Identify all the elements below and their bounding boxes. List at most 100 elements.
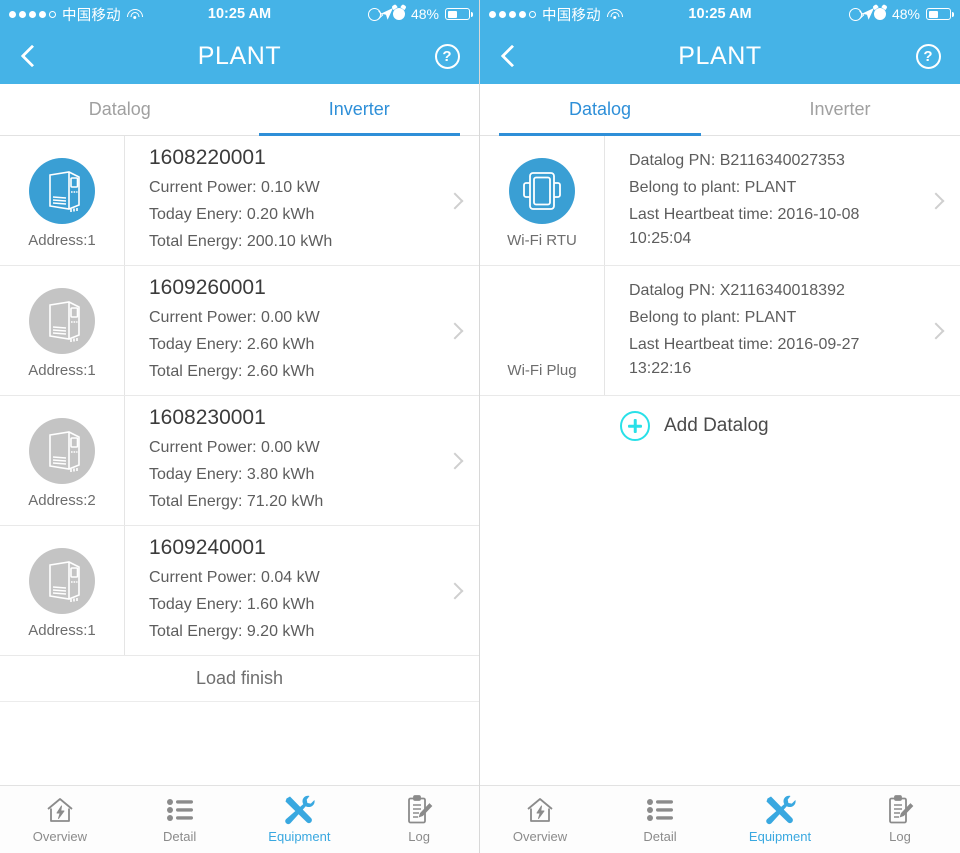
datalog-icon-placeholder (509, 288, 575, 354)
chevron-left-icon (500, 44, 524, 68)
tab-bar-item-log[interactable]: Log (359, 786, 479, 853)
chevron-left-icon (20, 44, 44, 68)
battery-icon (926, 8, 954, 20)
tools-equipment-icon (283, 795, 315, 825)
signal-strength-icon (489, 10, 536, 18)
tab-bar-label: Detail (643, 829, 677, 844)
tab-bar-item-detail[interactable]: Detail (600, 786, 720, 853)
tab-bar-item-log[interactable]: Log (840, 786, 960, 853)
signal-strength-icon (9, 10, 56, 18)
back-button[interactable] (490, 28, 534, 84)
inverter-row[interactable]: Address:2 1608230001 Current Power: 0.00… (0, 396, 479, 526)
tab-datalog[interactable]: Datalog (0, 84, 240, 135)
add-datalog-button[interactable]: Add Datalog (480, 396, 960, 456)
inverter-row[interactable]: Address:1 1609240001 Current Power: 0.04… (0, 526, 479, 656)
dual-screen-container: 中国移动 10:25 AM 48% PLANT ? Datalog Invert… (0, 0, 960, 853)
datalog-row[interactable]: Wi-Fi RTU Datalog PN: B2116340027353 Bel… (480, 136, 960, 266)
datalog-plant: Belong to plant: PLANT (629, 178, 797, 196)
help-button[interactable]: ? (910, 28, 946, 84)
carrier-label: 中国移动 (542, 7, 601, 24)
wifi-icon (606, 8, 623, 21)
tab-bar-label: Log (889, 829, 911, 844)
tab-bar-item-overview[interactable]: Overview (480, 786, 600, 853)
inverter-row-body: 1608220001 Current Power: 0.10 kW Today … (124, 136, 479, 265)
tab-bar-item-equipment[interactable]: Equipment (240, 786, 360, 853)
battery-percent-label: 48% (410, 6, 439, 22)
inverter-serial: 1609260001 (149, 276, 266, 300)
battery-icon (445, 8, 473, 20)
add-datalog-label: Add Datalog (664, 415, 769, 436)
clipboard-log-icon (405, 795, 433, 825)
inverter-icon (29, 548, 95, 614)
inverter-list: Address:1 1608220001 Current Power: 0.10… (0, 136, 479, 785)
inverter-icon-cell: Address:2 (0, 396, 124, 525)
datalog-list: Wi-Fi RTU Datalog PN: B2116340027353 Bel… (480, 136, 960, 785)
status-bar-right: 48% (367, 6, 473, 22)
inverter-address-label: Address:2 (28, 492, 96, 509)
help-circle-icon: ? (434, 43, 460, 69)
tab-bar-item-overview[interactable]: Overview (0, 786, 120, 853)
nav-bar: PLANT ? (0, 28, 479, 84)
inverter-row-body: 1608230001 Current Power: 0.00 kW Today … (124, 396, 479, 525)
help-button[interactable]: ? (429, 28, 465, 84)
help-circle-icon: ? (915, 43, 941, 69)
datalog-heartbeat: Last Heartbeat time: 2016-10-08 10:25:04 (629, 205, 860, 248)
inverter-serial: 1608220001 (149, 146, 266, 170)
inverter-today-energy: Today Enery: 0.20 kWh (149, 206, 315, 224)
inverter-address-label: Address:1 (28, 232, 96, 249)
inverter-row-body: 1609240001 Current Power: 0.04 kW Today … (124, 526, 479, 655)
page-title: PLANT (197, 41, 282, 70)
inverter-today-energy: Today Enery: 3.80 kWh (149, 466, 315, 484)
inverter-address-label: Address:1 (28, 622, 96, 639)
plus-circle-icon (620, 411, 650, 441)
tab-inverter[interactable]: Inverter (240, 84, 480, 136)
inverter-icon-cell: Address:1 (0, 526, 124, 655)
datalog-icon-cell: Wi-Fi RTU (480, 136, 604, 265)
tab-bar-label: Detail (163, 829, 197, 844)
inverter-serial: 1609240001 (149, 536, 266, 560)
tab-bar-label: Log (408, 829, 430, 844)
inverter-total-energy: Total Energy: 2.60 kWh (149, 362, 315, 380)
datalog-row[interactable]: Wi-Fi Plug Datalog PN: X2116340018392 Be… (480, 266, 960, 396)
inverter-icon-cell: Address:1 (0, 136, 124, 265)
status-bar: 中国移动 10:25 AM 48% (0, 0, 479, 28)
inverter-total-energy: Total Energy: 71.20 kWh (149, 492, 324, 510)
tab-bar-item-equipment[interactable]: Equipment (720, 786, 840, 853)
tab-bar-item-detail[interactable]: Detail (120, 786, 240, 853)
home-overview-icon (525, 795, 555, 825)
carrier-label: 中国移动 (62, 7, 121, 24)
segment-tabs: Datalog Inverter (480, 84, 960, 136)
inverter-row[interactable]: Address:1 1609260001 Current Power: 0.00… (0, 266, 479, 396)
inverter-current-power: Current Power: 0.00 kW (149, 309, 320, 327)
status-bar-left: 中国移动 (489, 4, 623, 25)
inverter-total-energy: Total Energy: 200.10 kWh (149, 232, 333, 250)
alarm-clock-icon (873, 8, 886, 20)
status-bar-right: 48% (848, 6, 954, 22)
inverter-icon (29, 418, 95, 484)
back-button[interactable] (10, 28, 54, 84)
load-status-label: Load finish (0, 656, 479, 702)
inverter-row[interactable]: Address:1 1608220001 Current Power: 0.10… (0, 136, 479, 266)
tab-datalog[interactable]: Datalog (480, 84, 720, 136)
inverter-serial: 1608230001 (149, 406, 266, 430)
tools-equipment-icon (764, 795, 796, 825)
screen-inverter-tab: 中国移动 10:25 AM 48% PLANT ? Datalog Invert… (0, 0, 480, 853)
inverter-current-power: Current Power: 0.00 kW (149, 439, 320, 457)
status-bar-left: 中国移动 (9, 4, 143, 25)
datalog-icon-cell: Wi-Fi Plug (480, 266, 604, 395)
wifi-rtu-icon (509, 158, 575, 224)
inverter-today-energy: Today Enery: 1.60 kWh (149, 596, 315, 614)
inverter-icon (29, 288, 95, 354)
tab-bar-label: Equipment (748, 829, 812, 844)
list-detail-icon (645, 795, 675, 825)
wifi-icon (126, 8, 143, 21)
alarm-clock-icon (392, 8, 405, 20)
datalog-row-body: Datalog PN: X2116340018392 Belong to pla… (604, 266, 960, 395)
datalog-pn: Datalog PN: X2116340018392 (629, 281, 845, 299)
page-title: PLANT (678, 41, 762, 70)
inverter-today-energy: Today Enery: 2.60 kWh (149, 336, 315, 354)
tab-inverter[interactable]: Inverter (720, 84, 960, 135)
screen-datalog-tab: 中国移动 10:25 AM 48% PLANT ? Datalog Invert… (480, 0, 960, 853)
inverter-current-power: Current Power: 0.10 kW (149, 179, 320, 197)
datalog-pn: Datalog PN: B2116340027353 (629, 151, 845, 169)
